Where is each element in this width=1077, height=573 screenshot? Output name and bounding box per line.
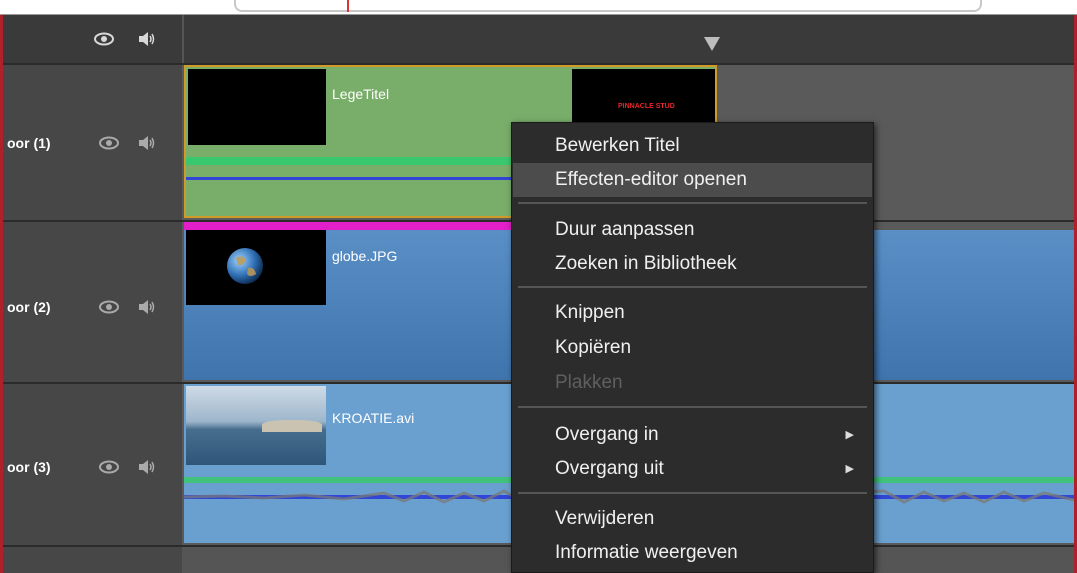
speaker-icon[interactable] xyxy=(137,30,157,48)
track-header-2: oor (2) xyxy=(3,220,182,382)
transition-marker xyxy=(184,222,524,230)
menu-item-verwijderen[interactable]: Verwijderen xyxy=(513,502,872,536)
chevron-right-icon: ▶ xyxy=(845,429,854,441)
eye-icon[interactable] xyxy=(98,300,120,314)
eye-icon[interactable] xyxy=(98,136,120,150)
scrubber-marker xyxy=(347,0,349,12)
menu-item-effecten-editor[interactable]: Effecten-editor openen xyxy=(513,163,872,197)
menu-item-bewerken-titel[interactable]: Bewerken Titel xyxy=(513,129,872,163)
menu-item-label: Knippen xyxy=(555,302,625,323)
menu-item-zoeken-bibliotheek[interactable]: Zoeken in Bibliotheek xyxy=(513,247,872,281)
track-header-1: oor (1) xyxy=(3,63,182,220)
menu-separator xyxy=(518,286,867,288)
menu-item-kopieren[interactable]: Kopiëren xyxy=(513,331,872,365)
menu-separator xyxy=(518,202,867,204)
clip-title: KROATIE.avi xyxy=(332,410,415,426)
menu-item-label: Effecten-editor openen xyxy=(555,169,747,190)
globe-icon xyxy=(227,248,263,284)
menu-item-label: Duur aanpassen xyxy=(555,219,695,240)
chevron-right-icon: ▶ xyxy=(845,463,854,475)
menu-item-label: Zoeken in Bibliotheek xyxy=(555,253,737,274)
speaker-icon[interactable] xyxy=(137,134,157,152)
timeline-header[interactable] xyxy=(182,15,1074,63)
context-menu: Bewerken Titel Effecten-editor openen Du… xyxy=(511,122,874,573)
menu-separator xyxy=(518,406,867,408)
menu-item-label: Verwijderen xyxy=(555,508,655,529)
menu-separator xyxy=(518,492,867,494)
clip-thumbnail xyxy=(186,386,326,465)
menu-item-label: Informatie weergeven xyxy=(555,542,738,563)
menu-item-plakken: Plakken xyxy=(513,366,872,400)
clip-thumbnail xyxy=(186,230,326,305)
playhead-marker[interactable] xyxy=(704,37,720,51)
speaker-icon[interactable] xyxy=(137,298,157,316)
menu-item-duur-aanpassen[interactable]: Duur aanpassen xyxy=(513,213,872,247)
menu-item-knippen[interactable]: Knippen xyxy=(513,296,872,330)
track-name: oor (2) xyxy=(7,299,51,315)
speaker-icon[interactable] xyxy=(137,458,157,476)
menu-item-label: Kopiëren xyxy=(555,337,632,358)
menu-item-label: Plakken xyxy=(555,372,623,393)
timeline-ruler-strip xyxy=(0,0,1077,15)
eye-icon[interactable] xyxy=(93,32,115,46)
menu-item-informatie-weergeven[interactable]: Informatie weergeven xyxy=(513,536,872,570)
clip-title: LegeTitel xyxy=(332,86,390,102)
menu-item-overgang-uit[interactable]: Overgang uit ▶ xyxy=(513,452,872,486)
track-header-4 xyxy=(3,545,182,573)
menu-item-label: Bewerken Titel xyxy=(555,135,680,156)
track-header-master xyxy=(3,15,182,63)
title-overlay-text: PINNACLE STUD xyxy=(618,103,675,110)
clip-title: globe.JPG xyxy=(332,248,398,264)
menu-item-label: Overgang in xyxy=(555,424,659,445)
clip-thumbnail xyxy=(188,69,326,145)
menu-item-label: Overgang uit xyxy=(555,458,664,479)
track-header-3: oor (3) xyxy=(3,382,182,545)
menu-item-overgang-in[interactable]: Overgang in ▶ xyxy=(513,418,872,452)
timeline-editor: oor (1) LegeTitel PINNACLE STUD oor (2) xyxy=(0,0,1077,573)
eye-icon[interactable] xyxy=(98,460,120,474)
track-name: oor (3) xyxy=(7,459,51,475)
track-name: oor (1) xyxy=(7,135,51,151)
coastline-shape xyxy=(262,420,322,432)
